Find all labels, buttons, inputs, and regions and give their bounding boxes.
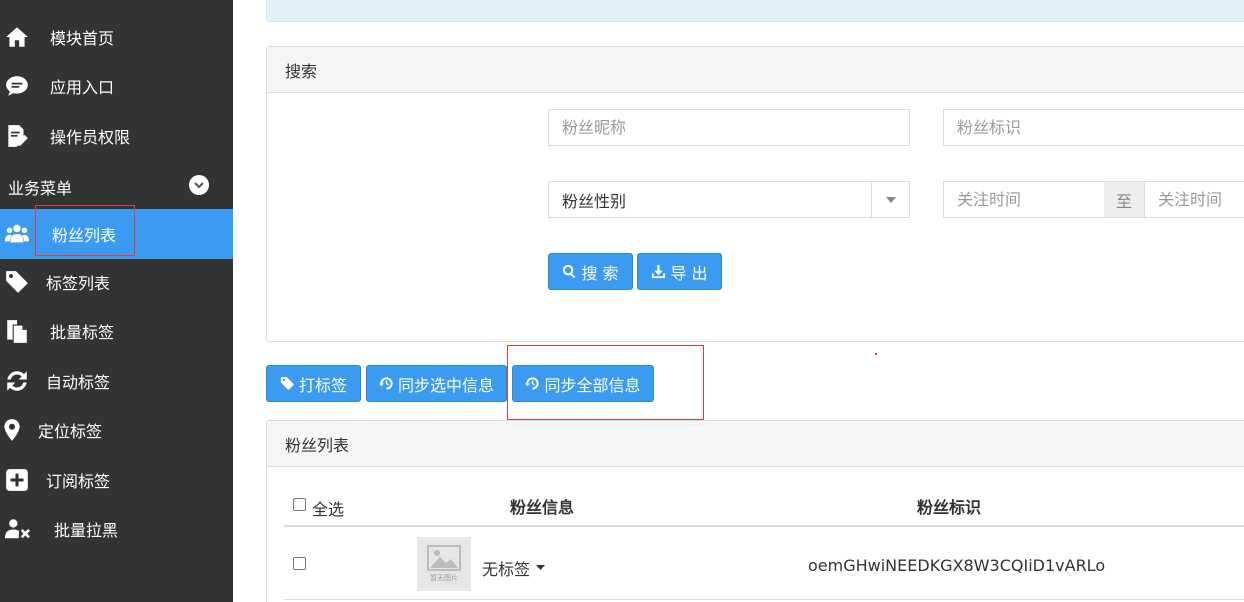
caret-down-icon xyxy=(536,565,546,570)
select-all-checkbox[interactable] xyxy=(293,498,306,511)
sidebar-item-operator-permissions[interactable]: 操作员权限 xyxy=(0,111,233,160)
plus-square-icon xyxy=(2,465,32,495)
caret-down-icon xyxy=(871,182,909,217)
sidebar-item-batch-tag[interactable]: 批量标签 xyxy=(0,306,233,355)
sync-selected-button-label: 同步选中信息 xyxy=(397,375,494,395)
search-panel-title: 搜索 xyxy=(267,47,1244,93)
row-openid: oemGHwiNEEDKGX8W3CQIiD1vARLo xyxy=(808,556,1106,575)
home-icon xyxy=(2,22,32,52)
refresh-icon xyxy=(2,366,32,396)
gender-select-value: 粉丝性别 xyxy=(562,191,627,211)
nickname-input[interactable] xyxy=(548,109,910,146)
tag-button-label: 打标签 xyxy=(298,375,347,395)
sidebar-item-label: 批量标签 xyxy=(50,322,115,342)
edit-document-icon xyxy=(2,121,32,151)
download-icon xyxy=(652,264,666,279)
sidebar-item-label: 自动标签 xyxy=(46,372,111,392)
users-icon xyxy=(2,219,32,249)
openid-input[interactable] xyxy=(943,109,1244,146)
fans-list-title: 粉丝列表 xyxy=(267,421,1244,467)
sidebar-item-label: 模块首页 xyxy=(50,28,115,48)
tag-icon xyxy=(280,376,295,391)
sidebar-item-batch-block[interactable]: 批量拉黑 xyxy=(0,504,233,553)
tag-button[interactable]: 打标签 xyxy=(266,365,361,402)
user-block-icon xyxy=(2,514,32,544)
image-placeholder-icon xyxy=(427,545,461,571)
chevron-down-icon[interactable] xyxy=(189,175,209,195)
history-icon xyxy=(525,377,540,390)
red-dot xyxy=(875,353,877,355)
sync-all-button[interactable]: 同步全部信息 xyxy=(512,365,654,402)
row-tag-dropdown[interactable]: 无标签 xyxy=(482,556,546,580)
sidebar-item-auto-tag[interactable]: 自动标签 xyxy=(0,356,233,405)
sidebar-item-tag-list[interactable]: 标签列表 xyxy=(0,257,233,306)
history-icon xyxy=(378,377,393,390)
copy-icon xyxy=(2,316,32,346)
sidebar-item-label: 粉丝列表 xyxy=(52,226,117,245)
avatar: 暂无图片 xyxy=(417,537,471,591)
sidebar-item-label: 标签列表 xyxy=(46,273,111,293)
column-header-fan-info: 粉丝信息 xyxy=(510,498,575,517)
sidebar: 模块首页 应用入口 操作员权限 业务菜单 粉丝列表 标签列表 批量标签 自动标签… xyxy=(0,0,233,602)
follow-time-to-input[interactable] xyxy=(1144,181,1244,218)
search-icon xyxy=(563,264,576,279)
sidebar-item-home[interactable]: 模块首页 xyxy=(0,12,233,61)
search-button[interactable]: 搜 索 xyxy=(548,253,633,290)
export-button-label: 导 出 xyxy=(670,263,708,283)
sidebar-item-location-tag[interactable]: 定位标签 xyxy=(0,405,233,454)
search-button-label: 搜 索 xyxy=(581,263,619,283)
gender-select[interactable]: 粉丝性别 xyxy=(548,181,910,218)
select-all-label: 全选 xyxy=(312,500,345,519)
sidebar-item-label: 订阅标签 xyxy=(46,471,111,491)
sidebar-item-app-entry[interactable]: 应用入口 xyxy=(0,61,233,110)
chat-icon xyxy=(2,71,32,101)
column-header-openid: 粉丝标识 xyxy=(917,498,982,517)
date-range-separator: 至 xyxy=(1104,181,1144,218)
map-marker-icon xyxy=(0,415,27,445)
sidebar-item-label: 定位标签 xyxy=(38,421,103,441)
row-checkbox[interactable] xyxy=(293,557,306,570)
sidebar-item-label: 操作员权限 xyxy=(50,127,131,147)
sidebar-item-fans-list[interactable]: 粉丝列表 xyxy=(0,209,233,259)
sync-all-button-label: 同步全部信息 xyxy=(544,375,641,395)
tag-icon xyxy=(2,267,32,297)
info-alert xyxy=(266,0,1244,22)
follow-time-from-input[interactable] xyxy=(943,181,1105,218)
sidebar-section-title: 业务菜单 xyxy=(8,179,73,198)
table-header-divider xyxy=(284,525,1244,527)
row-tag-label: 无标签 xyxy=(482,560,531,579)
sidebar-item-label: 批量拉黑 xyxy=(54,520,119,540)
export-button[interactable]: 导 出 xyxy=(637,253,722,290)
sidebar-item-label: 应用入口 xyxy=(50,77,115,97)
sidebar-item-subscribe-tag[interactable]: 订阅标签 xyxy=(0,455,233,504)
sync-selected-button[interactable]: 同步选中信息 xyxy=(366,365,507,402)
avatar-caption: 暂无图片 xyxy=(430,574,458,582)
row-divider xyxy=(284,599,1244,600)
